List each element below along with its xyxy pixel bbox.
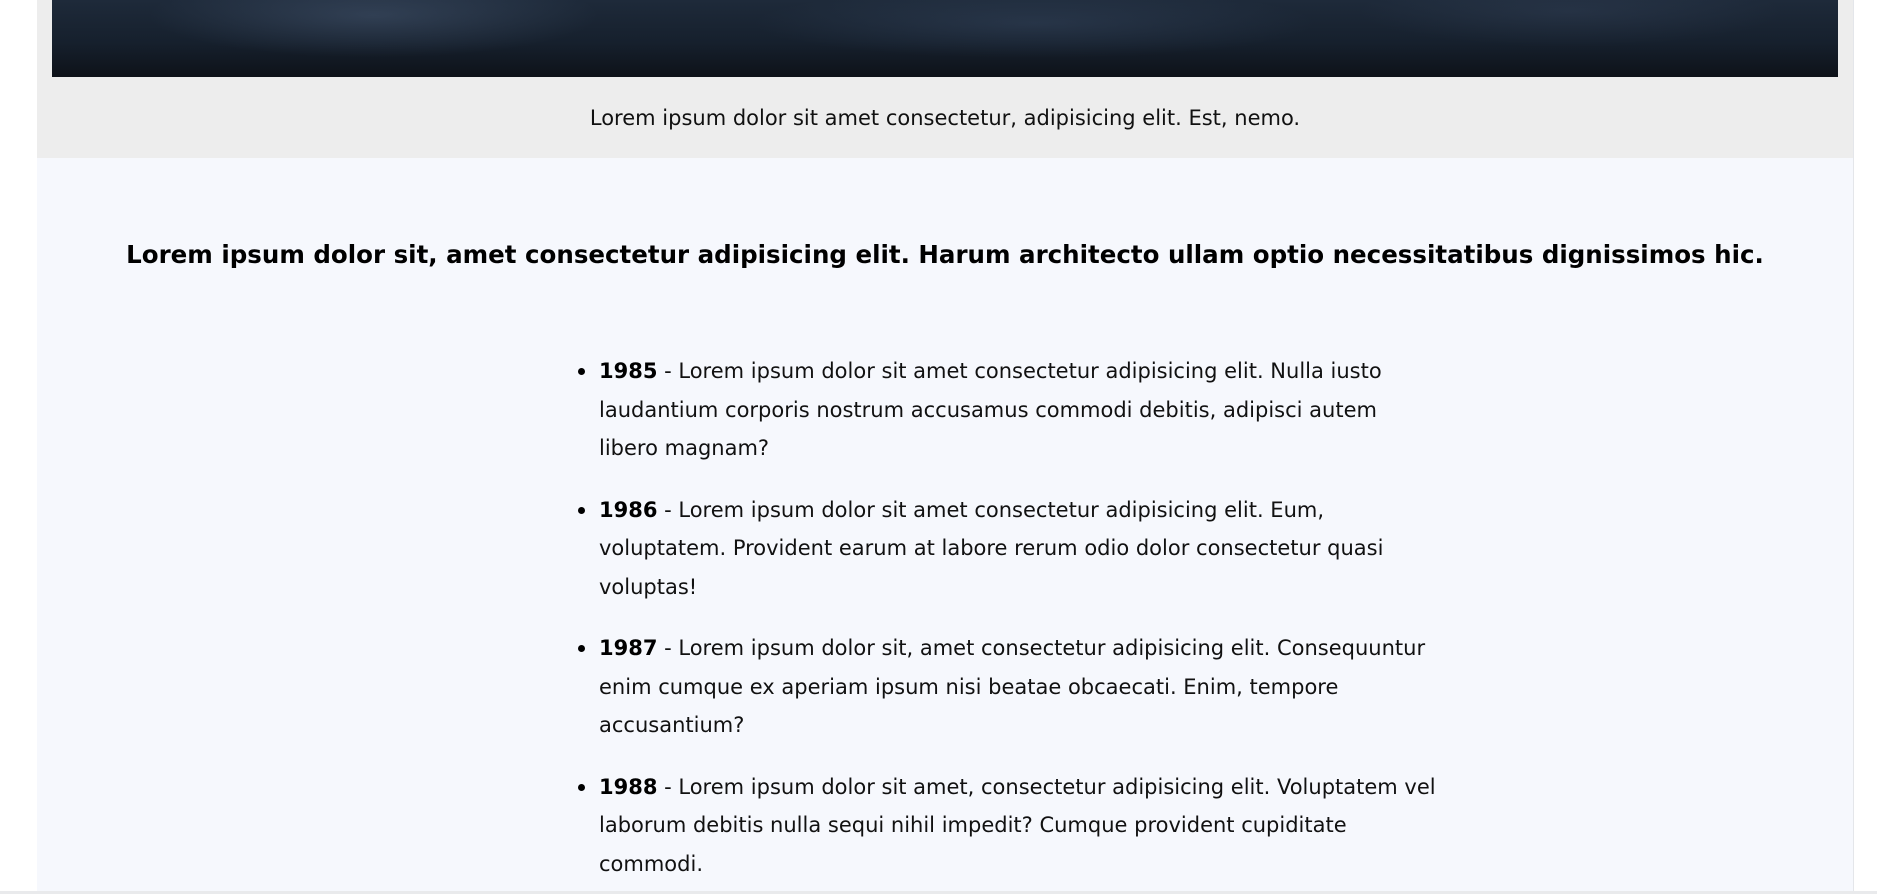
hero-figure: Lorem ipsum dolor sit amet consectetur, … xyxy=(37,0,1853,158)
bullet-icon xyxy=(578,368,585,375)
timeline-item: 1987 - Lorem ipsum dolor sit, amet conse… xyxy=(562,629,1442,745)
lead-heading: Lorem ipsum dolor sit, amet consectetur … xyxy=(126,240,1764,269)
timeline-text: - Lorem ipsum dolor sit, amet consectetu… xyxy=(599,636,1426,737)
content-card: Lorem ipsum dolor sit amet consectetur, … xyxy=(37,0,1853,894)
timeline-year: 1987 xyxy=(599,636,658,660)
timeline-text: - Lorem ipsum dolor sit amet, consectetu… xyxy=(599,774,1436,876)
timeline-item: 1988 - Lorem ipsum dolor sit amet, conse… xyxy=(562,768,1442,884)
bullet-icon xyxy=(578,645,585,652)
bullet-icon xyxy=(578,783,585,791)
timeline-item: 1985 - Lorem ipsum dolor sit amet consec… xyxy=(562,352,1442,468)
hero-image xyxy=(52,0,1838,77)
timeline-year: 1986 xyxy=(599,497,658,522)
page: Lorem ipsum dolor sit amet consectetur, … xyxy=(0,0,1877,894)
timeline-year: 1988 xyxy=(599,774,658,799)
page-right-gutter xyxy=(1853,0,1877,894)
timeline-item: 1986 - Lorem ipsum dolor sit amet consec… xyxy=(562,491,1442,607)
bullet-icon xyxy=(578,506,585,514)
timeline-text: - Lorem ipsum dolor sit amet consectetur… xyxy=(599,497,1384,599)
timeline-year: 1985 xyxy=(599,359,658,383)
figure-caption: Lorem ipsum dolor sit amet consectetur, … xyxy=(589,106,1301,130)
timeline-text: - Lorem ipsum dolor sit amet consectetur… xyxy=(599,359,1382,460)
timeline-list: 1985 - Lorem ipsum dolor sit amet consec… xyxy=(562,352,1442,894)
